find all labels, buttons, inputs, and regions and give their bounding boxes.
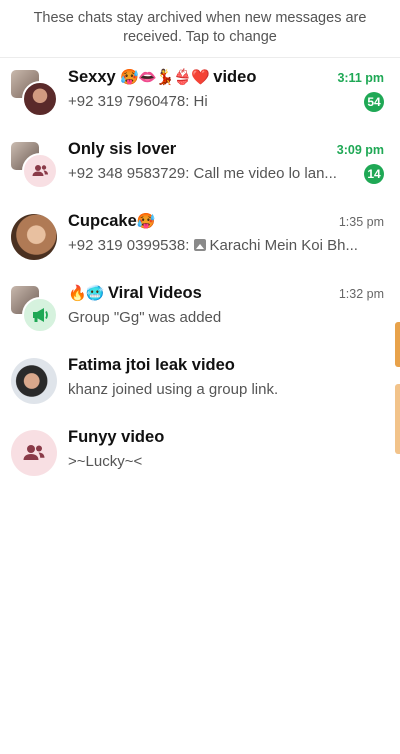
chat-preview: +92 348 9583729: Call me video lo lan...	[68, 165, 337, 182]
image-icon	[193, 239, 206, 251]
chat-time: 1:35 pm	[338, 215, 384, 229]
chat-row-cupcake[interactable]: Cupcake🥵 1:35 pm +92 319 0399538: Karach…	[0, 210, 400, 282]
chat-avatar	[11, 214, 57, 260]
edge-sliver	[395, 384, 400, 454]
chat-name: Cupcake🥵	[68, 212, 155, 230]
chat-time: 3:09 pm	[336, 143, 384, 157]
chat-avatar	[11, 70, 58, 117]
chat-time: 3:11 pm	[337, 71, 384, 85]
group-icon	[11, 430, 57, 476]
status-clip: ·	[0, 0, 400, 6]
chat-preview: >~Lucky~<	[68, 453, 143, 470]
chat-preview: +92 319 7960478: Hi	[68, 93, 208, 110]
chat-row-funyy-video[interactable]: Funyy video >~Lucky~<	[0, 426, 400, 498]
chat-preview: Group "Gg" was added	[68, 309, 222, 326]
group-icon	[22, 153, 58, 189]
chat-preview: +92 319 0399538: Karachi Mein Koi Bh...	[68, 237, 358, 254]
divider	[0, 57, 400, 58]
archive-banner[interactable]: These chats stay archived when new messa…	[20, 9, 380, 47]
megaphone-icon	[22, 297, 58, 333]
chat-name: Funyy video	[68, 428, 165, 446]
unread-badge: 14	[364, 164, 384, 184]
chat-name: Sexxy 🥵👄💃👙❤️ video	[68, 68, 257, 86]
chat-name: Fatima jtoi leak video	[68, 356, 235, 374]
chat-row-fatima-jtoi[interactable]: Fatima jtoi leak video khanz joined usin…	[0, 354, 400, 426]
unread-badge: 54	[364, 92, 384, 112]
edge-sliver	[395, 322, 400, 367]
chat-preview: khanz joined using a group link.	[68, 381, 279, 398]
chat-row-only-sis-lover[interactable]: Only sis lover 3:09 pm +92 348 9583729: …	[0, 138, 400, 210]
chat-avatar	[11, 430, 57, 476]
chat-name: Only sis lover	[68, 140, 177, 158]
profile-photo	[11, 214, 57, 260]
chat-row-viral-videos[interactable]: 🔥🥶 Viral Videos 1:32 pm Group "Gg" was a…	[0, 282, 400, 354]
chat-avatar	[11, 286, 58, 333]
profile-photo	[11, 358, 57, 404]
chat-time: 1:32 pm	[338, 287, 384, 301]
chat-avatar	[11, 142, 58, 189]
chat-row-sexxy[interactable]: Sexxy 🥵👄💃👙❤️ video 3:11 pm +92 319 79604…	[0, 66, 400, 138]
chat-avatar	[11, 358, 57, 404]
group-photo	[22, 81, 58, 117]
chat-name: 🔥🥶 Viral Videos	[68, 284, 202, 302]
